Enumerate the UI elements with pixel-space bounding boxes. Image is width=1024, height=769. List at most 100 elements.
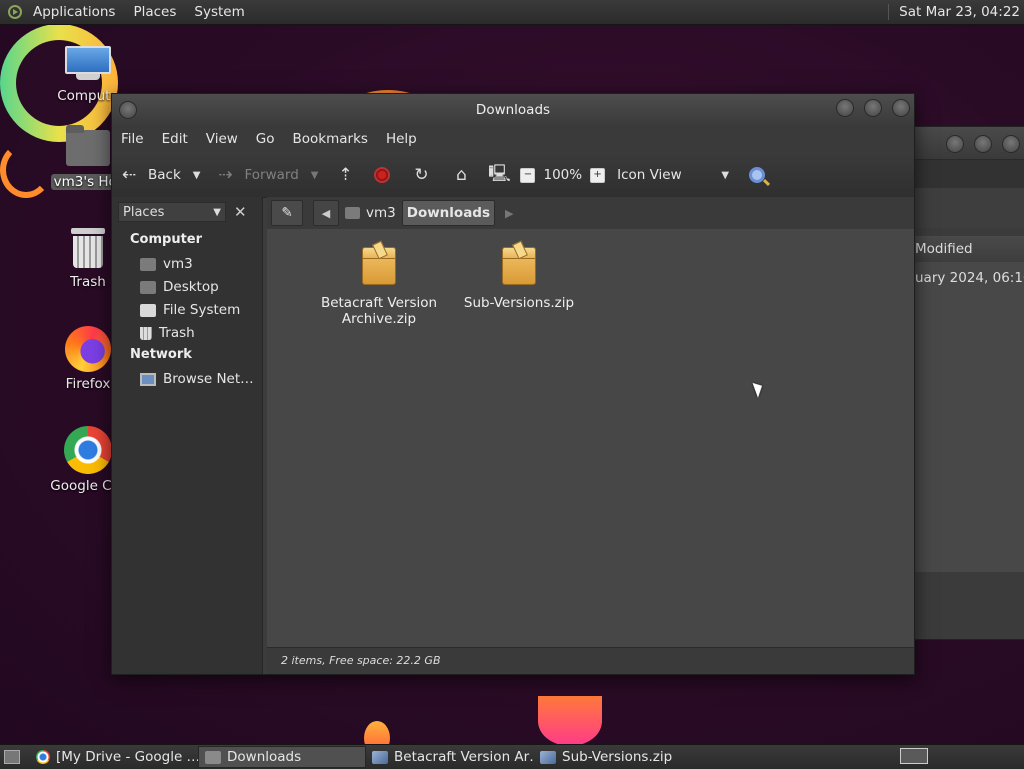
column-header-modified[interactable]: Modified bbox=[915, 236, 1024, 262]
breadcrumb-vm3[interactable]: vm3 bbox=[341, 201, 400, 225]
bottom-taskbar: [My Drive - Google … Downloads Betacraft… bbox=[0, 744, 1024, 769]
zoom-out-button[interactable]: − bbox=[520, 167, 536, 183]
edit-location-button[interactable]: ✎ bbox=[271, 200, 303, 226]
up-arrow-icon: ⇡ bbox=[338, 165, 353, 185]
app-menu-logo-icon[interactable] bbox=[8, 5, 22, 19]
sidebar-item-label: vm3 bbox=[163, 256, 193, 272]
sidebar-selector[interactable]: Places ▼ bbox=[118, 202, 226, 222]
menubar: File Edit View Go Bookmarks Help bbox=[112, 125, 914, 153]
forward-history-dropdown[interactable]: ▼ bbox=[311, 170, 319, 181]
show-desktop-button[interactable] bbox=[0, 746, 30, 768]
maximize-button[interactable] bbox=[864, 99, 882, 117]
taskbar-item-browser[interactable]: [My Drive - Google … bbox=[30, 746, 198, 768]
computer-icon bbox=[65, 46, 111, 82]
wallpaper-shape bbox=[538, 696, 602, 746]
chrome-icon bbox=[36, 750, 50, 764]
menu-bookmarks[interactable]: Bookmarks bbox=[284, 131, 377, 147]
sidebar-item-label: Desktop bbox=[163, 279, 219, 295]
list-cell-modified: uary 2024, 06:16 bbox=[915, 270, 1024, 286]
taskbar-item-downloads[interactable]: Downloads bbox=[198, 746, 366, 768]
sidebar-heading-network: Network bbox=[130, 347, 192, 362]
panel-menu-applications[interactable]: Applications bbox=[24, 4, 124, 20]
toolbar: ⇠ Back ▼ ⇢ Forward ▼ ⇡ ↻ ⌂ 🖳 − 100% + Ic… bbox=[112, 153, 914, 198]
trash-icon bbox=[71, 228, 105, 268]
close-button[interactable] bbox=[892, 99, 910, 117]
chevron-down-icon: ▼ bbox=[721, 169, 730, 181]
minimize-button[interactable] bbox=[836, 99, 854, 117]
home-folder-icon bbox=[66, 125, 110, 166]
file-icon-view[interactable]: Betacraft Version Archive.zip Sub-Versio… bbox=[267, 237, 914, 647]
sidebar-item-trash[interactable]: Trash bbox=[112, 319, 262, 342]
file-item[interactable]: Sub-Versions.zip bbox=[459, 247, 579, 311]
trash-icon bbox=[140, 326, 152, 340]
minimize-button[interactable] bbox=[946, 135, 964, 153]
window-titlebar[interactable]: Downloads bbox=[112, 94, 914, 125]
status-bar: 2 items, Free space: 22.2 GB bbox=[267, 647, 914, 674]
taskbar-item-label: Betacraft Version Ar… bbox=[394, 749, 534, 765]
path-scroll-right-button[interactable]: ▶ bbox=[501, 201, 517, 225]
breadcrumb-downloads[interactable]: Downloads bbox=[401, 200, 496, 226]
desktop-folder-icon bbox=[140, 280, 156, 294]
archive-manager-icon bbox=[372, 750, 388, 764]
home-folder-icon bbox=[345, 207, 360, 219]
background-window-list: uary 2024, 06:16 bbox=[915, 262, 1024, 572]
sidebar-item-desktop[interactable]: Desktop bbox=[112, 273, 262, 296]
file-name: Sub-Versions.zip bbox=[463, 295, 575, 311]
view-mode-select[interactable]: Icon View ▼ bbox=[611, 159, 735, 191]
taskbar-item-betacraft[interactable]: Betacraft Version Ar… bbox=[366, 746, 534, 768]
up-button[interactable]: ⇡ bbox=[328, 159, 362, 191]
close-button[interactable] bbox=[1002, 135, 1020, 153]
view-mode-label: Icon View bbox=[617, 167, 682, 183]
background-window-toolbar bbox=[915, 159, 1024, 188]
home-button[interactable]: ⌂ bbox=[444, 159, 478, 191]
menu-go[interactable]: Go bbox=[247, 131, 284, 147]
stop-button[interactable] bbox=[368, 159, 396, 191]
zoom-in-button[interactable]: + bbox=[590, 167, 606, 183]
menu-file[interactable]: File bbox=[112, 131, 153, 147]
archive-manager-icon bbox=[540, 750, 556, 764]
taskbar-item-label: Downloads bbox=[227, 749, 302, 765]
back-button[interactable]: ⇠ Back bbox=[112, 159, 187, 191]
zip-archive-icon bbox=[362, 247, 396, 285]
taskbar-item-label: Sub-Versions.zip bbox=[562, 749, 673, 765]
menu-view[interactable]: View bbox=[197, 131, 247, 147]
back-history-dropdown[interactable]: ▼ bbox=[193, 170, 201, 181]
computer-button[interactable]: 🖳 bbox=[482, 159, 516, 191]
path-bar: ✎ ◀ vm3 Downloads ▶ bbox=[267, 197, 914, 229]
close-sidebar-icon[interactable]: ✕ bbox=[234, 203, 247, 221]
top-panel: Applications Places System Sat Mar 23, 0… bbox=[0, 0, 1024, 25]
zip-archive-icon bbox=[502, 247, 536, 285]
forward-button[interactable]: ⇢ Forward bbox=[208, 159, 304, 191]
search-icon bbox=[749, 167, 766, 183]
menu-edit[interactable]: Edit bbox=[153, 131, 197, 147]
menu-help[interactable]: Help bbox=[377, 131, 426, 147]
taskbar-item-label: [My Drive - Google … bbox=[56, 749, 198, 765]
sidebar-item-label: Browse Net… bbox=[163, 371, 254, 387]
sidebar-item-vm3[interactable]: vm3 bbox=[112, 250, 262, 273]
file-pane[interactable]: ✎ ◀ vm3 Downloads ▶ Betacraft Version Ar… bbox=[267, 197, 914, 674]
panel-clock[interactable]: Sat Mar 23, 04:22 bbox=[888, 4, 1020, 20]
stop-icon bbox=[374, 167, 391, 183]
home-folder-icon bbox=[140, 257, 156, 271]
panel-menu-system[interactable]: System bbox=[185, 4, 253, 20]
reload-button[interactable]: ↻ bbox=[404, 159, 438, 191]
file-name: Archive.zip bbox=[341, 311, 417, 327]
breadcrumb-label: vm3 bbox=[366, 205, 396, 221]
file-manager-window: Downloads File Edit View Go Bookmarks He… bbox=[111, 93, 915, 675]
sidebar-item-browse-network[interactable]: Browse Net… bbox=[112, 365, 262, 388]
file-item[interactable]: Betacraft Version Archive.zip bbox=[319, 247, 439, 327]
background-window[interactable]: Modified uary 2024, 06:16 bbox=[915, 126, 1024, 640]
search-button[interactable] bbox=[743, 159, 771, 191]
taskbar-item-sub-versions[interactable]: Sub-Versions.zip bbox=[534, 746, 702, 768]
home-folder-icon: ⌂ bbox=[456, 165, 467, 185]
path-scroll-left-button[interactable]: ◀ bbox=[313, 200, 339, 226]
workspace-switcher[interactable] bbox=[900, 748, 928, 764]
reload-icon: ↻ bbox=[414, 165, 429, 185]
firefox-icon bbox=[65, 326, 111, 372]
background-window-titlebar[interactable] bbox=[915, 127, 1024, 159]
sidebar-item-file-system[interactable]: File System bbox=[112, 296, 262, 319]
background-window-bar bbox=[915, 188, 1024, 228]
chrome-icon bbox=[64, 426, 112, 474]
maximize-button[interactable] bbox=[974, 135, 992, 153]
panel-menu-places[interactable]: Places bbox=[124, 4, 185, 20]
